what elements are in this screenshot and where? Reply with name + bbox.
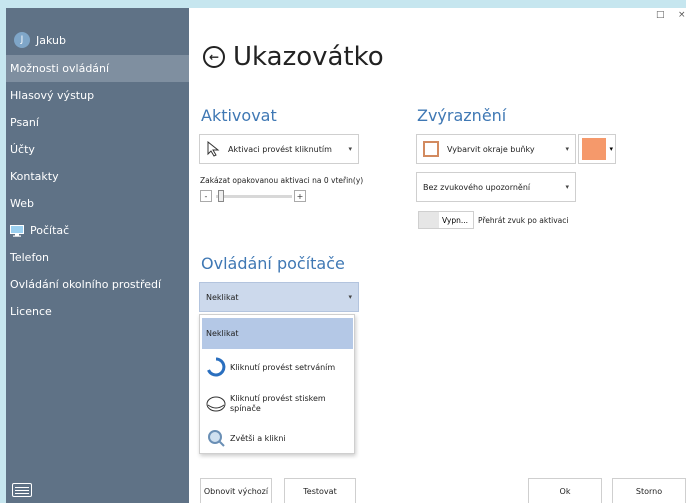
sound-select[interactable]: Bez zvukového upozornění ▾ [416,172,576,202]
option-label: Zvětši a klikni [230,433,286,443]
pc-control-heading: Ovládání počítače [201,254,345,273]
switch-icon [206,396,226,412]
sidebar-item-computer[interactable]: Počítač [6,217,189,244]
option-label: Kliknutí provést stiskem spínače [230,394,326,413]
sidebar-item-voice-output[interactable]: Hlasový výstup [6,82,189,109]
pc-control-select-value: Neklikat [206,292,239,302]
sidebar: J Jakub Možnosti ovládání Hlasový výstup… [6,8,189,503]
option-dwell-click[interactable]: Kliknutí provést setrváním [202,353,353,381]
sidebar-item-accounts[interactable]: Účty [6,136,189,163]
settings-window: J Jakub Možnosti ovládání Hlasový výstup… [6,8,686,503]
sidebar-item-label: Psaní [10,116,39,129]
avatar: J [14,32,30,48]
sidebar-item-label: Licence [10,305,52,318]
cancel-button[interactable]: Storno [612,478,686,503]
toggle-knob [419,212,439,228]
sidebar-item-label: Ovládání okolního prostředí [10,278,162,291]
sidebar-item-license[interactable]: Licence [6,298,189,325]
keyboard-icon[interactable] [12,483,32,497]
chevron-down-icon: ▾ [609,145,613,153]
magnifier-icon [208,430,225,447]
sidebar-item-contacts[interactable]: Kontakty [6,163,189,190]
option-no-click[interactable]: Neklikat [202,318,353,349]
reset-defaults-button[interactable]: Obnovit výchozí [200,478,272,503]
sidebar-item-phone[interactable]: Telefon [6,244,189,271]
chevron-down-icon: ▾ [348,145,352,153]
user-name: Jakub [36,33,66,47]
close-button[interactable]: × [678,10,686,20]
delay-increase-button[interactable]: + [294,190,306,202]
sidebar-item-label: Web [10,197,34,210]
activation-select-value: Aktivaci provést kliknutím [228,144,332,154]
option-switch-click[interactable]: Kliknutí provést stiskem spínače [202,387,353,421]
sidebar-item-label: Počítač [30,224,70,237]
delay-decrease-button[interactable]: - [200,190,212,202]
page-header: ← Ukazovátko [203,42,384,72]
pc-control-select[interactable]: Neklikat ▾ [199,282,359,312]
sidebar-item-control-options[interactable]: Možnosti ovládání [6,55,189,82]
pc-control-dropdown-list: Neklikat Kliknutí provést setrváním Klik… [199,314,355,454]
sidebar-item-label: Telefon [10,251,50,264]
option-label: Neklikat [206,329,239,338]
sidebar-item-label: Kontakty [10,170,59,183]
cell-border-icon [423,141,439,157]
restore-button[interactable]: □ [656,10,665,20]
highlight-heading: Zvýraznění [417,106,507,125]
sound-toggle-label: Přehrát zvuk po aktivaci [478,216,569,225]
chevron-down-icon: ▾ [565,183,569,191]
sidebar-item-typing[interactable]: Psaní [6,109,189,136]
highlight-select-value: Vybarvit okraje buňky [447,144,535,154]
cursor-icon [207,141,220,157]
ok-button[interactable]: Ok [528,478,602,503]
sidebar-item-label: Účty [10,143,35,156]
sidebar-item-label: Hlasový výstup [10,89,95,102]
test-button[interactable]: Testovat [284,478,356,503]
sidebar-item-environment-control[interactable]: Ovládání okolního prostředí [6,271,189,298]
toggle-state: Vypn... [442,215,469,225]
activate-heading: Aktivovat [201,106,277,125]
back-arrow-icon[interactable]: ← [203,46,225,68]
sidebar-nav: Možnosti ovládání Hlasový výstup Psaní Ú… [6,55,189,325]
option-label: Kliknutí provést setrváním [230,362,336,372]
sidebar-item-web[interactable]: Web [6,190,189,217]
delay-slider-thumb[interactable] [218,190,224,202]
delay-slider-track[interactable] [216,195,292,198]
chevron-down-icon: ▾ [348,293,352,301]
color-swatch [582,138,606,160]
highlight-select[interactable]: Vybarvit okraje buňky ▾ [416,134,576,164]
dwell-ring-icon [207,357,226,377]
sound-toggle[interactable]: Vypn... [418,211,474,229]
activation-select[interactable]: Aktivaci provést kliknutím ▾ [199,134,359,164]
highlight-color-picker[interactable]: ▾ [578,134,616,164]
monitor-icon [10,224,24,237]
sidebar-item-label: Možnosti ovládání [10,62,110,75]
page-title: Ukazovátko [233,42,384,72]
option-zoom-click[interactable]: Zvětši a klikni [202,425,353,451]
user-profile[interactable]: J Jakub [14,30,66,50]
sound-select-value: Bez zvukového upozornění [423,182,531,192]
chevron-down-icon: ▾ [565,145,569,153]
delay-label: Zakázat opakovanou aktivaci na 0 vteřin(… [200,176,364,185]
